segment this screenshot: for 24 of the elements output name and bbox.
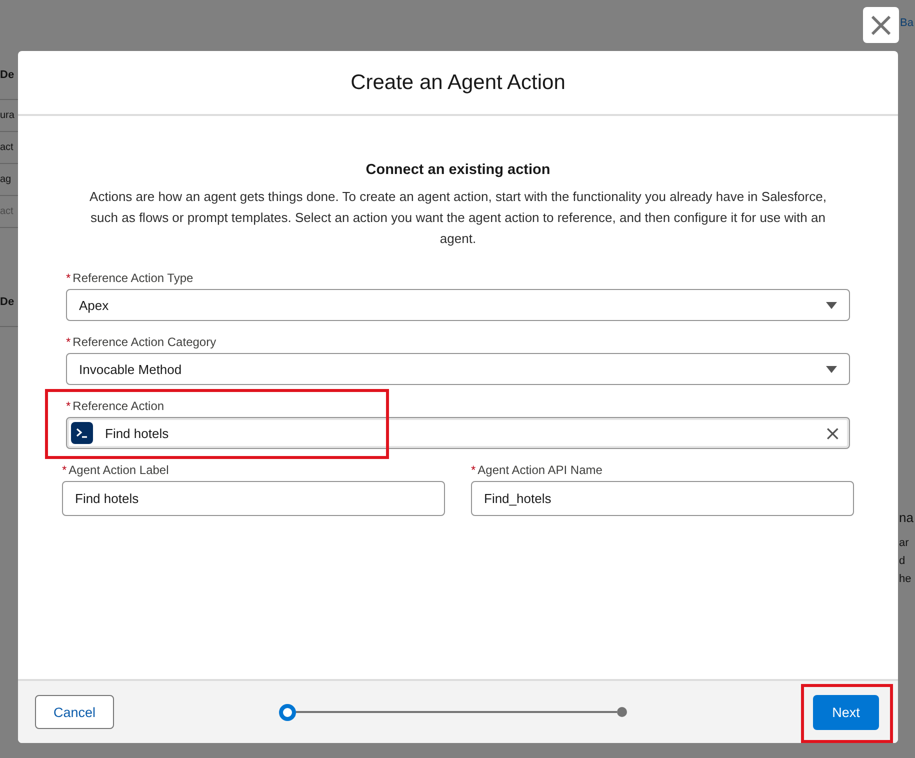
modal-title: Create an Agent Action xyxy=(350,70,566,94)
description-text: Actions are how an agent gets things done. To create an agent action, start with the functionality you already have in Salesforce, such as flows or prompt templates. Select an action you want the agent action to reference, and then configure it for use with an agent. xyxy=(88,188,828,248)
next-button[interactable]: Next xyxy=(813,694,879,730)
select-field[interactable]: Apex xyxy=(66,289,850,321)
select-field[interactable]: Invocable Method xyxy=(66,353,850,385)
background-text: he xyxy=(899,573,912,585)
clear-button[interactable]: × xyxy=(824,421,841,445)
field-label: * Agent Action Label xyxy=(62,463,170,477)
background-text: na xyxy=(899,510,914,525)
caret-down-icon xyxy=(826,302,837,308)
text-input-field[interactable]: Find hotels xyxy=(62,481,445,516)
caret-down-icon xyxy=(826,366,837,372)
field-label: * Reference Action Category xyxy=(66,335,218,349)
field-label: * Reference Action Type xyxy=(66,271,194,285)
field-label: * Agent Action API Name xyxy=(471,463,604,477)
background-text: ar xyxy=(899,537,910,549)
section-heading: Connect an existing action xyxy=(364,162,552,178)
background-text: d xyxy=(899,555,906,567)
field-label: * Reference Action xyxy=(66,399,166,413)
text-input-field[interactable]: Find_hotels xyxy=(471,481,854,516)
lookup-field[interactable]: Find hotels × xyxy=(66,417,850,449)
terminal-icon xyxy=(71,422,93,444)
cancel-button[interactable]: Cancel xyxy=(35,695,114,729)
close-button[interactable]: × xyxy=(863,7,899,43)
